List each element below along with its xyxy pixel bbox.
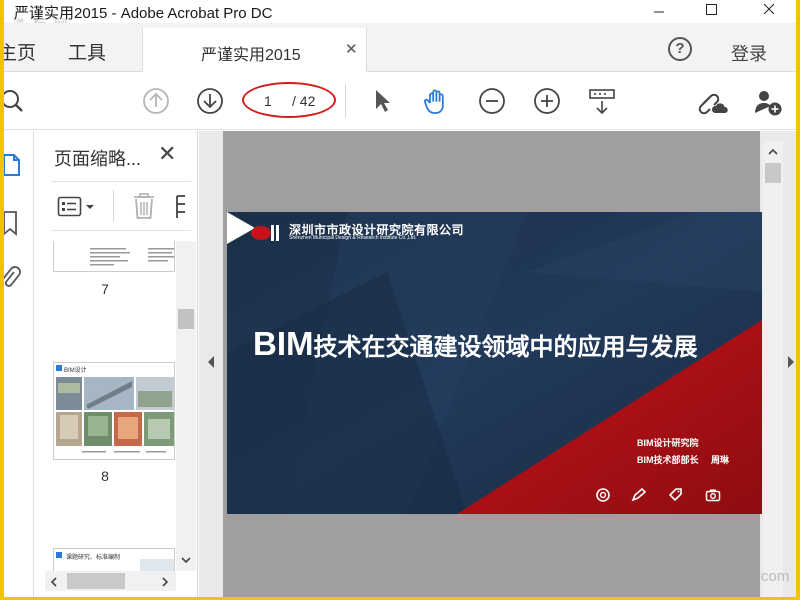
minimize-button[interactable] bbox=[636, 0, 682, 23]
thumbnail-label: 7 bbox=[101, 281, 109, 297]
document-vertical-scrollbar[interactable] bbox=[763, 141, 783, 597]
pencil-icon bbox=[631, 488, 647, 502]
zoom-in-icon[interactable] bbox=[533, 87, 561, 115]
expand-right-arrow-icon[interactable] bbox=[786, 355, 796, 369]
close-window-button[interactable] bbox=[744, 0, 790, 23]
left-navigation-rail bbox=[4, 131, 34, 597]
pdf-page-slide: 深圳市市政设计研究院有限公司 Shenzhen Municipal Design… bbox=[227, 212, 762, 514]
toolbar-divider bbox=[345, 84, 346, 118]
page-display-icon[interactable] bbox=[587, 87, 617, 117]
slide-background bbox=[227, 212, 762, 514]
thumbnail-7-image bbox=[54, 241, 174, 271]
select-arrow-icon[interactable] bbox=[370, 87, 394, 115]
tab-bar: 主页 工具 严谨实用2015 ✕ ? 登录 bbox=[4, 23, 796, 73]
horizontal-scroll-thumb[interactable] bbox=[67, 573, 125, 589]
document-tab-close-button[interactable]: ✕ bbox=[345, 40, 358, 58]
lifebuoy-icon bbox=[596, 488, 610, 502]
hand-tool-icon[interactable] bbox=[422, 87, 452, 117]
next-page-icon[interactable] bbox=[196, 87, 224, 115]
maximize-button[interactable] bbox=[688, 0, 734, 23]
slide-presenter-name: 周琳 bbox=[711, 455, 730, 465]
login-button[interactable]: 登录 bbox=[731, 40, 767, 66]
document-scroll-thumb[interactable] bbox=[765, 163, 781, 183]
slide-company-english-name: Shenzhen Municipal Design & Research Ins… bbox=[289, 235, 417, 241]
attachment-icon[interactable] bbox=[4, 266, 22, 296]
maximize-icon bbox=[706, 4, 717, 15]
thumbnail-8-image bbox=[56, 365, 174, 453]
panel-tool-divider bbox=[113, 190, 114, 222]
camera-icon bbox=[705, 489, 721, 502]
tab-document[interactable]: 严谨实用2015 ✕ bbox=[142, 28, 367, 73]
scroll-up-arrow-icon[interactable] bbox=[767, 147, 779, 157]
toolbar: 1 / 42 bbox=[4, 72, 796, 130]
search-icon[interactable] bbox=[4, 87, 26, 115]
help-button[interactable]: ? bbox=[668, 37, 692, 61]
document-view: 深圳市市政设计研究院有限公司 Shenzhen Municipal Design… bbox=[199, 131, 796, 597]
tab-home[interactable]: 主页 bbox=[4, 38, 36, 65]
red-annotation-ellipse bbox=[242, 82, 336, 118]
thumbnail-vertical-scrollbar[interactable] bbox=[176, 241, 196, 571]
watermark-bottom: com bbox=[761, 568, 790, 585]
scroll-right-arrow-icon[interactable] bbox=[160, 576, 170, 588]
thumbnail-9-image bbox=[56, 552, 174, 571]
delete-page-icon[interactable] bbox=[131, 192, 157, 222]
tag-icon bbox=[668, 488, 682, 502]
document-tab-label: 严谨实用2015 bbox=[201, 47, 301, 64]
panel-title: 页面缩略... bbox=[54, 149, 142, 169]
panel-toolbar bbox=[51, 181, 191, 231]
slide-title: BIM技术在交通建设领域中的应用与发展 bbox=[253, 325, 698, 363]
thumbnail-panel: 页面缩略... ✕ 7 BIM设计 8 课题研究、标准编制 bbox=[35, 131, 198, 597]
close-icon bbox=[763, 3, 775, 15]
thumbnail-list: 7 BIM设计 8 课题研究、标准编制 bbox=[35, 241, 180, 571]
thumbnail-horizontal-scrollbar[interactable] bbox=[45, 571, 176, 591]
slide-institute: BIM设计研究院 bbox=[637, 438, 699, 448]
panel-close-button[interactable]: ✕ bbox=[158, 141, 176, 167]
slide-title-rest: 技术在交通建设领域中的应用与发展 bbox=[313, 334, 698, 361]
scroll-left-arrow-icon[interactable] bbox=[49, 576, 59, 588]
thumbnail-scroll-thumb[interactable] bbox=[178, 309, 194, 329]
slide-role: BIM技术部部长 bbox=[637, 455, 699, 465]
tab-tools[interactable]: 工具 bbox=[68, 38, 106, 65]
thumbnail-page-8[interactable]: BIM设计 bbox=[53, 362, 175, 460]
add-user-icon[interactable] bbox=[752, 87, 784, 117]
title-bar: 严谨实用2015 - Adobe Acrobat Pro DC 道 标 网 bbox=[4, 0, 796, 33]
page-tools-icon[interactable] bbox=[173, 192, 191, 222]
zoom-out-icon[interactable] bbox=[478, 87, 506, 115]
thumbnail-page-7[interactable] bbox=[53, 241, 175, 272]
acrobat-window: 严谨实用2015 - Adobe Acrobat Pro DC 道 标 网 主页… bbox=[4, 0, 796, 597]
minimize-icon bbox=[654, 11, 664, 13]
left-panel-toggle[interactable] bbox=[199, 131, 223, 597]
previous-page-icon[interactable] bbox=[142, 87, 170, 115]
bookmark-icon[interactable] bbox=[4, 209, 22, 239]
slide-title-prefix: BIM bbox=[253, 325, 314, 362]
collapse-left-arrow-icon[interactable] bbox=[206, 355, 216, 369]
thumbnail-options-icon[interactable] bbox=[57, 195, 103, 221]
thumbnail-label: 8 bbox=[101, 468, 109, 484]
cloud-link-icon[interactable] bbox=[697, 87, 729, 117]
thumbnail-page-9[interactable]: 课题研究、标准编制 bbox=[53, 548, 175, 571]
page-thumbnails-icon[interactable] bbox=[4, 151, 22, 181]
scroll-down-arrow-icon[interactable] bbox=[180, 555, 192, 565]
